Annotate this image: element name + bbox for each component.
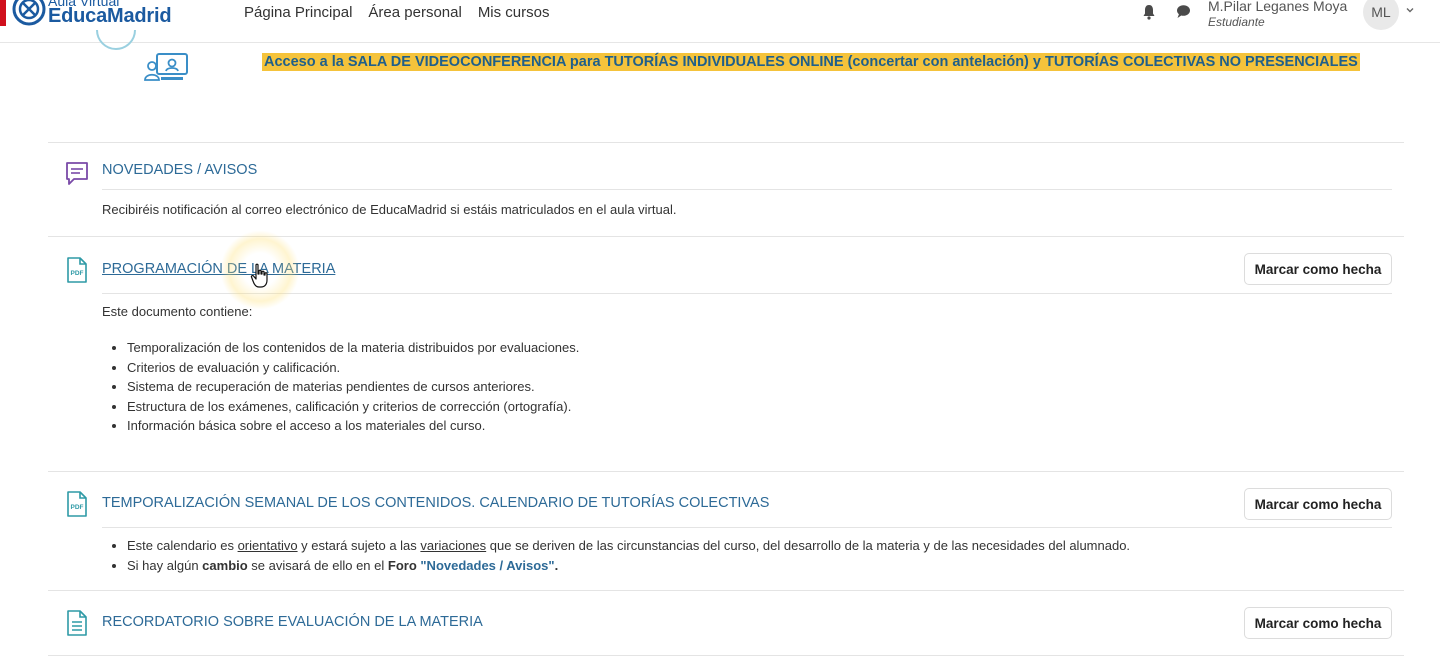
page-icon bbox=[67, 610, 87, 636]
mark-done-button[interactable]: Marcar como hecha bbox=[1244, 488, 1392, 520]
bold-text: cambio bbox=[202, 557, 248, 573]
calendar-notes-list: Este calendario es orientativo y estará … bbox=[127, 536, 1130, 575]
activity-intro: Este documento contiene: bbox=[102, 304, 253, 319]
section-divider bbox=[48, 590, 1404, 591]
text-fragment: Si hay algún bbox=[127, 557, 203, 573]
section-divider bbox=[48, 142, 1404, 143]
text-fragment: se avisará de ello en el bbox=[247, 557, 388, 573]
list-item: Estructura de los exámenes, calificación… bbox=[127, 397, 579, 417]
underlined-text: variaciones bbox=[420, 538, 487, 553]
title-divider bbox=[102, 293, 1392, 294]
nav-home-link[interactable]: Página Principal bbox=[244, 4, 352, 21]
nav-my-courses-link[interactable]: Mis cursos bbox=[478, 4, 550, 21]
chat-icon[interactable] bbox=[1176, 4, 1191, 19]
list-item: Información básica sobre el acceso a los… bbox=[127, 416, 579, 436]
activity-title-news[interactable]: NOVEDADES / AVISOS bbox=[102, 162, 257, 178]
list-item: Este calendario es orientativo y estará … bbox=[127, 536, 1130, 556]
primary-nav: Página Principal Área personal Mis curso… bbox=[244, 4, 550, 21]
title-divider bbox=[102, 527, 1392, 528]
list-item: Si hay algún cambio se avisará de ello e… bbox=[127, 556, 1130, 576]
pdf-icon: PDF bbox=[67, 257, 87, 283]
activity-description: Recibiréis notificación al correo electr… bbox=[102, 202, 677, 217]
underlined-text: orientativo bbox=[237, 538, 298, 553]
chevron-down-icon[interactable] bbox=[1405, 5, 1415, 15]
section-divider bbox=[48, 655, 1404, 656]
top-navbar: Aula Virtual EducaMadrid Página Principa… bbox=[0, 0, 1440, 43]
forum-icon bbox=[66, 162, 88, 185]
nav-dashboard-link[interactable]: Área personal bbox=[368, 4, 461, 21]
mark-done-button[interactable]: Marcar como hecha bbox=[1244, 607, 1392, 639]
videoconference-banner-link[interactable]: Acceso a la SALA DE VIDEOCONFERENCIA par… bbox=[262, 53, 1360, 71]
user-role: Estudiante bbox=[1208, 15, 1265, 29]
text-fragment: y estará sujeto a las bbox=[297, 538, 421, 553]
list-item: Sistema de recuperación de materias pend… bbox=[127, 377, 579, 397]
educamadrid-logo-icon[interactable] bbox=[12, 0, 46, 26]
bold-text: Foro bbox=[387, 557, 421, 573]
videoconference-icon[interactable] bbox=[143, 52, 189, 84]
svg-text:PDF: PDF bbox=[71, 270, 84, 277]
user-name[interactable]: M.Pilar Leganes Moya bbox=[1208, 0, 1347, 14]
brand-title[interactable]: EducaMadrid bbox=[48, 5, 172, 28]
title-divider bbox=[102, 189, 1392, 190]
content-list: Temporalización de los contenidos de la … bbox=[127, 338, 579, 436]
activity-title-programacion[interactable]: PROGRAMACIÓN DE LA MATERIA bbox=[102, 261, 335, 277]
text-fragment: Este calendario es bbox=[127, 538, 238, 553]
hand-cursor-icon bbox=[250, 263, 268, 288]
forum-link[interactable]: "Novedades / Avisos" bbox=[420, 558, 554, 573]
text-fragment: que se deriven de las circunstancias del… bbox=[486, 538, 1131, 553]
pdf-icon: PDF bbox=[67, 491, 87, 517]
activity-title-recordatorio[interactable]: RECORDATORIO SOBRE EVALUACIÓN DE LA MATE… bbox=[102, 614, 483, 630]
brand-red-strip bbox=[0, 0, 6, 26]
text-fragment: . bbox=[554, 557, 559, 573]
section-divider bbox=[48, 471, 1404, 472]
list-item: Temporalización de los contenidos de la … bbox=[127, 338, 579, 358]
activity-title-temporalizacion[interactable]: TEMPORALIZACIÓN SEMANAL DE LOS CONTENIDO… bbox=[102, 495, 769, 511]
svg-text:PDF: PDF bbox=[71, 504, 84, 511]
avatar[interactable]: ML bbox=[1363, 0, 1399, 30]
mark-done-button[interactable]: Marcar como hecha bbox=[1244, 253, 1392, 285]
bell-icon[interactable] bbox=[1142, 4, 1156, 20]
list-item: Criterios de evaluación y calificación. bbox=[127, 358, 579, 378]
